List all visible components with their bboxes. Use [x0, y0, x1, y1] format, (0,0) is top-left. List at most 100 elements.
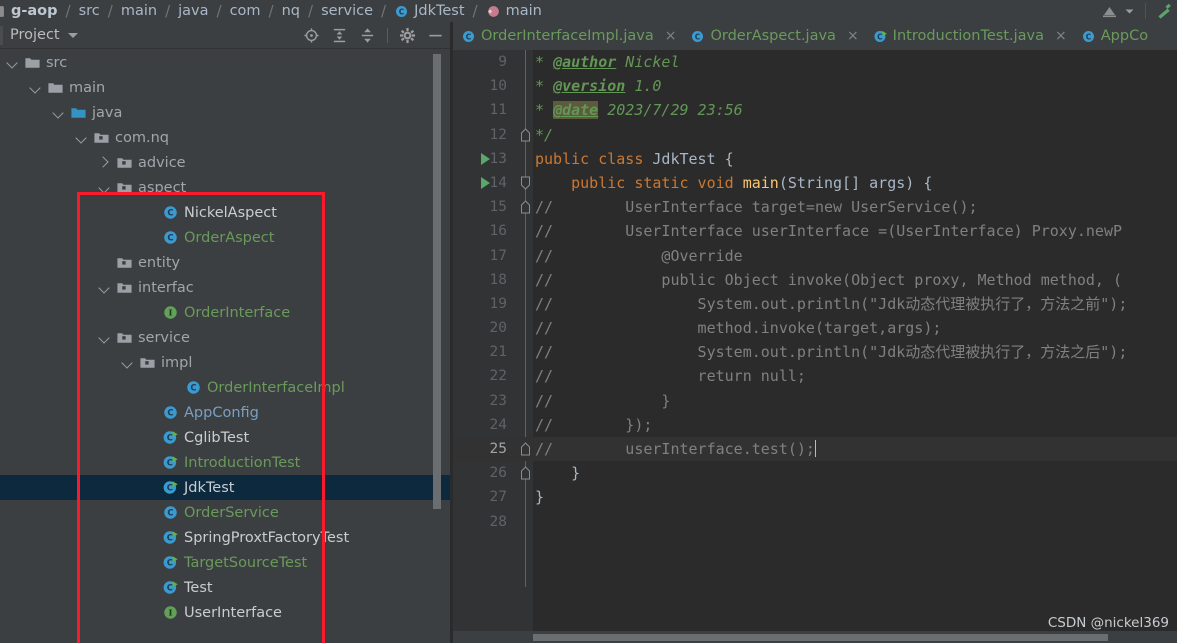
breadcrumb-item-jdktest[interactable]: C JdkTest: [393, 0, 465, 22]
breadcrumb-item-java[interactable]: java: [177, 0, 209, 22]
chevron-down-icon[interactable]: [98, 181, 111, 194]
tree-node[interactable]: interfac: [0, 275, 450, 300]
tree-node[interactable]: C IntroductionTest: [0, 450, 450, 475]
project-tree[interactable]: src main java com.nq advice aspect C NickelAspe…: [0, 50, 450, 643]
code-line[interactable]: 18 // public Object invoke(Object proxy, …: [453, 268, 1177, 292]
fold-end-icon[interactable]: [519, 200, 532, 214]
code-line[interactable]: 14 public static void main(String[] args…: [453, 171, 1177, 195]
chevron-down-icon[interactable]: [98, 281, 111, 294]
fold-end-icon[interactable]: [519, 442, 532, 456]
tree-node-label: OrderInterfaceImpl: [207, 379, 345, 396]
tree-node[interactable]: C OrderAspect: [0, 225, 450, 250]
code-lines[interactable]: 9 * @author Nickel 10 * @version 1.0 11 * @da…: [453, 50, 1177, 643]
code-editor[interactable]: 9 * @author Nickel 10 * @version 1.0 11 * @da…: [453, 50, 1177, 643]
tree-node[interactable]: I OrderInterface: [0, 300, 450, 325]
code-line[interactable]: 9 * @author Nickel: [453, 50, 1177, 74]
gear-icon[interactable]: [399, 27, 416, 44]
collapse-all-icon[interactable]: [359, 27, 376, 44]
breadcrumb-separator: /: [165, 2, 171, 20]
fold-start-icon[interactable]: [519, 176, 532, 190]
code-text: // });: [535, 415, 653, 434]
tree-node[interactable]: C AppConfig: [0, 400, 450, 425]
editor-tab[interactable]: C IntroductionTest.java ×: [865, 22, 1073, 50]
chevron-down-icon[interactable]: [52, 106, 65, 119]
code-line[interactable]: 16 // UserInterface userInterface =(UserI…: [453, 219, 1177, 243]
code-line[interactable]: 11 * @date 2023/7/29 23:56: [453, 98, 1177, 122]
chevron-down-icon[interactable]: [6, 56, 19, 69]
breadcrumb-item-main[interactable]: main: [485, 0, 543, 22]
code-line[interactable]: 24 // });: [453, 413, 1177, 437]
code-line[interactable]: 12 */: [453, 123, 1177, 147]
breadcrumb-item-src[interactable]: src: [78, 0, 101, 22]
editor-h-scrollbar-thumb[interactable]: [533, 634, 1108, 641]
code-line[interactable]: 15 // UserInterface target=new UserServic…: [453, 195, 1177, 219]
tree-node[interactable]: C OrderInterfaceImpl: [0, 375, 450, 400]
code-line[interactable]: 26 }: [453, 461, 1177, 485]
code-line[interactable]: 25 // userInterface.test();: [453, 437, 1177, 462]
chevron-down-icon[interactable]: [75, 131, 88, 144]
tree-node[interactable]: C SpringProxtFactoryTest: [0, 525, 450, 550]
tree-node[interactable]: service: [0, 325, 450, 350]
project-panel-title[interactable]: Project: [10, 27, 60, 43]
breadcrumb-item-nq[interactable]: nq: [281, 0, 301, 22]
code-line[interactable]: 22 // return null;: [453, 364, 1177, 388]
tree-node[interactable]: aspect: [0, 175, 450, 200]
project-tree-scrollbar[interactable]: [433, 54, 441, 509]
code-line[interactable]: 10 * @version 1.0: [453, 74, 1177, 98]
chevron-down-icon[interactable]: [98, 331, 111, 344]
tree-node[interactable]: java: [0, 100, 450, 125]
editor-h-scrollbar[interactable]: [453, 631, 1177, 643]
code-line[interactable]: 23 // }: [453, 389, 1177, 413]
tree-node-selected[interactable]: C JdkTest: [0, 475, 450, 500]
editor-tab[interactable]: C OrderInterfaceImpl.java ×: [453, 22, 682, 50]
run-gutter-icon[interactable]: [481, 152, 490, 165]
breadcrumb-item-com[interactable]: com: [229, 0, 262, 22]
svg-text:C: C: [695, 32, 701, 41]
tree-node[interactable]: C OrderService: [0, 500, 450, 525]
tree-node[interactable]: C TargetSourceTest: [0, 550, 450, 575]
tree-node[interactable]: C NickelAspect: [0, 200, 450, 225]
chevron-down-icon[interactable]: [67, 32, 78, 38]
select-opened-file-icon[interactable]: [303, 27, 320, 44]
tree-node[interactable]: src: [0, 50, 450, 75]
chevron-right-icon[interactable]: [98, 156, 111, 169]
close-icon[interactable]: ×: [1055, 28, 1067, 44]
tree-node[interactable]: entity: [0, 250, 450, 275]
fold-end-icon[interactable]: [519, 127, 532, 142]
editor-tab[interactable]: C OrderAspect.java ×: [682, 22, 864, 50]
run-gutter-icon[interactable]: [481, 176, 490, 189]
expand-all-icon[interactable]: [331, 27, 348, 44]
tree-node[interactable]: C CglibTest: [0, 425, 450, 450]
tree-node[interactable]: advice: [0, 150, 450, 175]
chevron-down-icon[interactable]: [29, 81, 42, 94]
editor-tab[interactable]: C AppCo: [1073, 22, 1154, 50]
chevron-down-icon[interactable]: [1124, 6, 1135, 17]
code-text: * @version 1.0: [535, 77, 662, 96]
code-line[interactable]: 17 // @Override: [453, 244, 1177, 268]
code-line[interactable]: 19 // System.out.println("Jdk动态代理被执行了，方法之…: [453, 292, 1177, 316]
code-line[interactable]: 28: [453, 510, 1177, 534]
tree-node[interactable]: main: [0, 75, 450, 100]
breadcrumb-item-service[interactable]: service: [320, 0, 374, 22]
chevron-down-icon[interactable]: [121, 356, 134, 369]
code-line[interactable]: 21 // System.out.println("Jdk动态代理被执行了，方法之…: [453, 340, 1177, 364]
close-icon[interactable]: ×: [847, 28, 859, 44]
package-icon: [117, 333, 132, 343]
run-config-icon[interactable]: [1101, 3, 1118, 20]
tree-node[interactable]: impl: [0, 350, 450, 375]
code-line[interactable]: 27}: [453, 485, 1177, 509]
breadcrumb-item-g-aop[interactable]: g-aop: [0, 0, 59, 22]
code-text: * @author Nickel: [535, 53, 680, 71]
minimize-icon[interactable]: [427, 27, 444, 44]
code-line[interactable]: 20 // method.invoke(target,args);: [453, 316, 1177, 340]
tree-node[interactable]: com.nq: [0, 125, 450, 150]
fold-end-icon[interactable]: [519, 466, 532, 480]
tree-node[interactable]: C Test: [0, 575, 450, 600]
hammer-icon[interactable]: [1156, 3, 1173, 20]
close-icon[interactable]: ×: [665, 28, 677, 44]
tree-node[interactable]: I UserInterface: [0, 600, 450, 625]
code-line[interactable]: 13 public class JdkTest {: [453, 147, 1177, 171]
breadcrumb-item-main[interactable]: main: [120, 0, 158, 22]
